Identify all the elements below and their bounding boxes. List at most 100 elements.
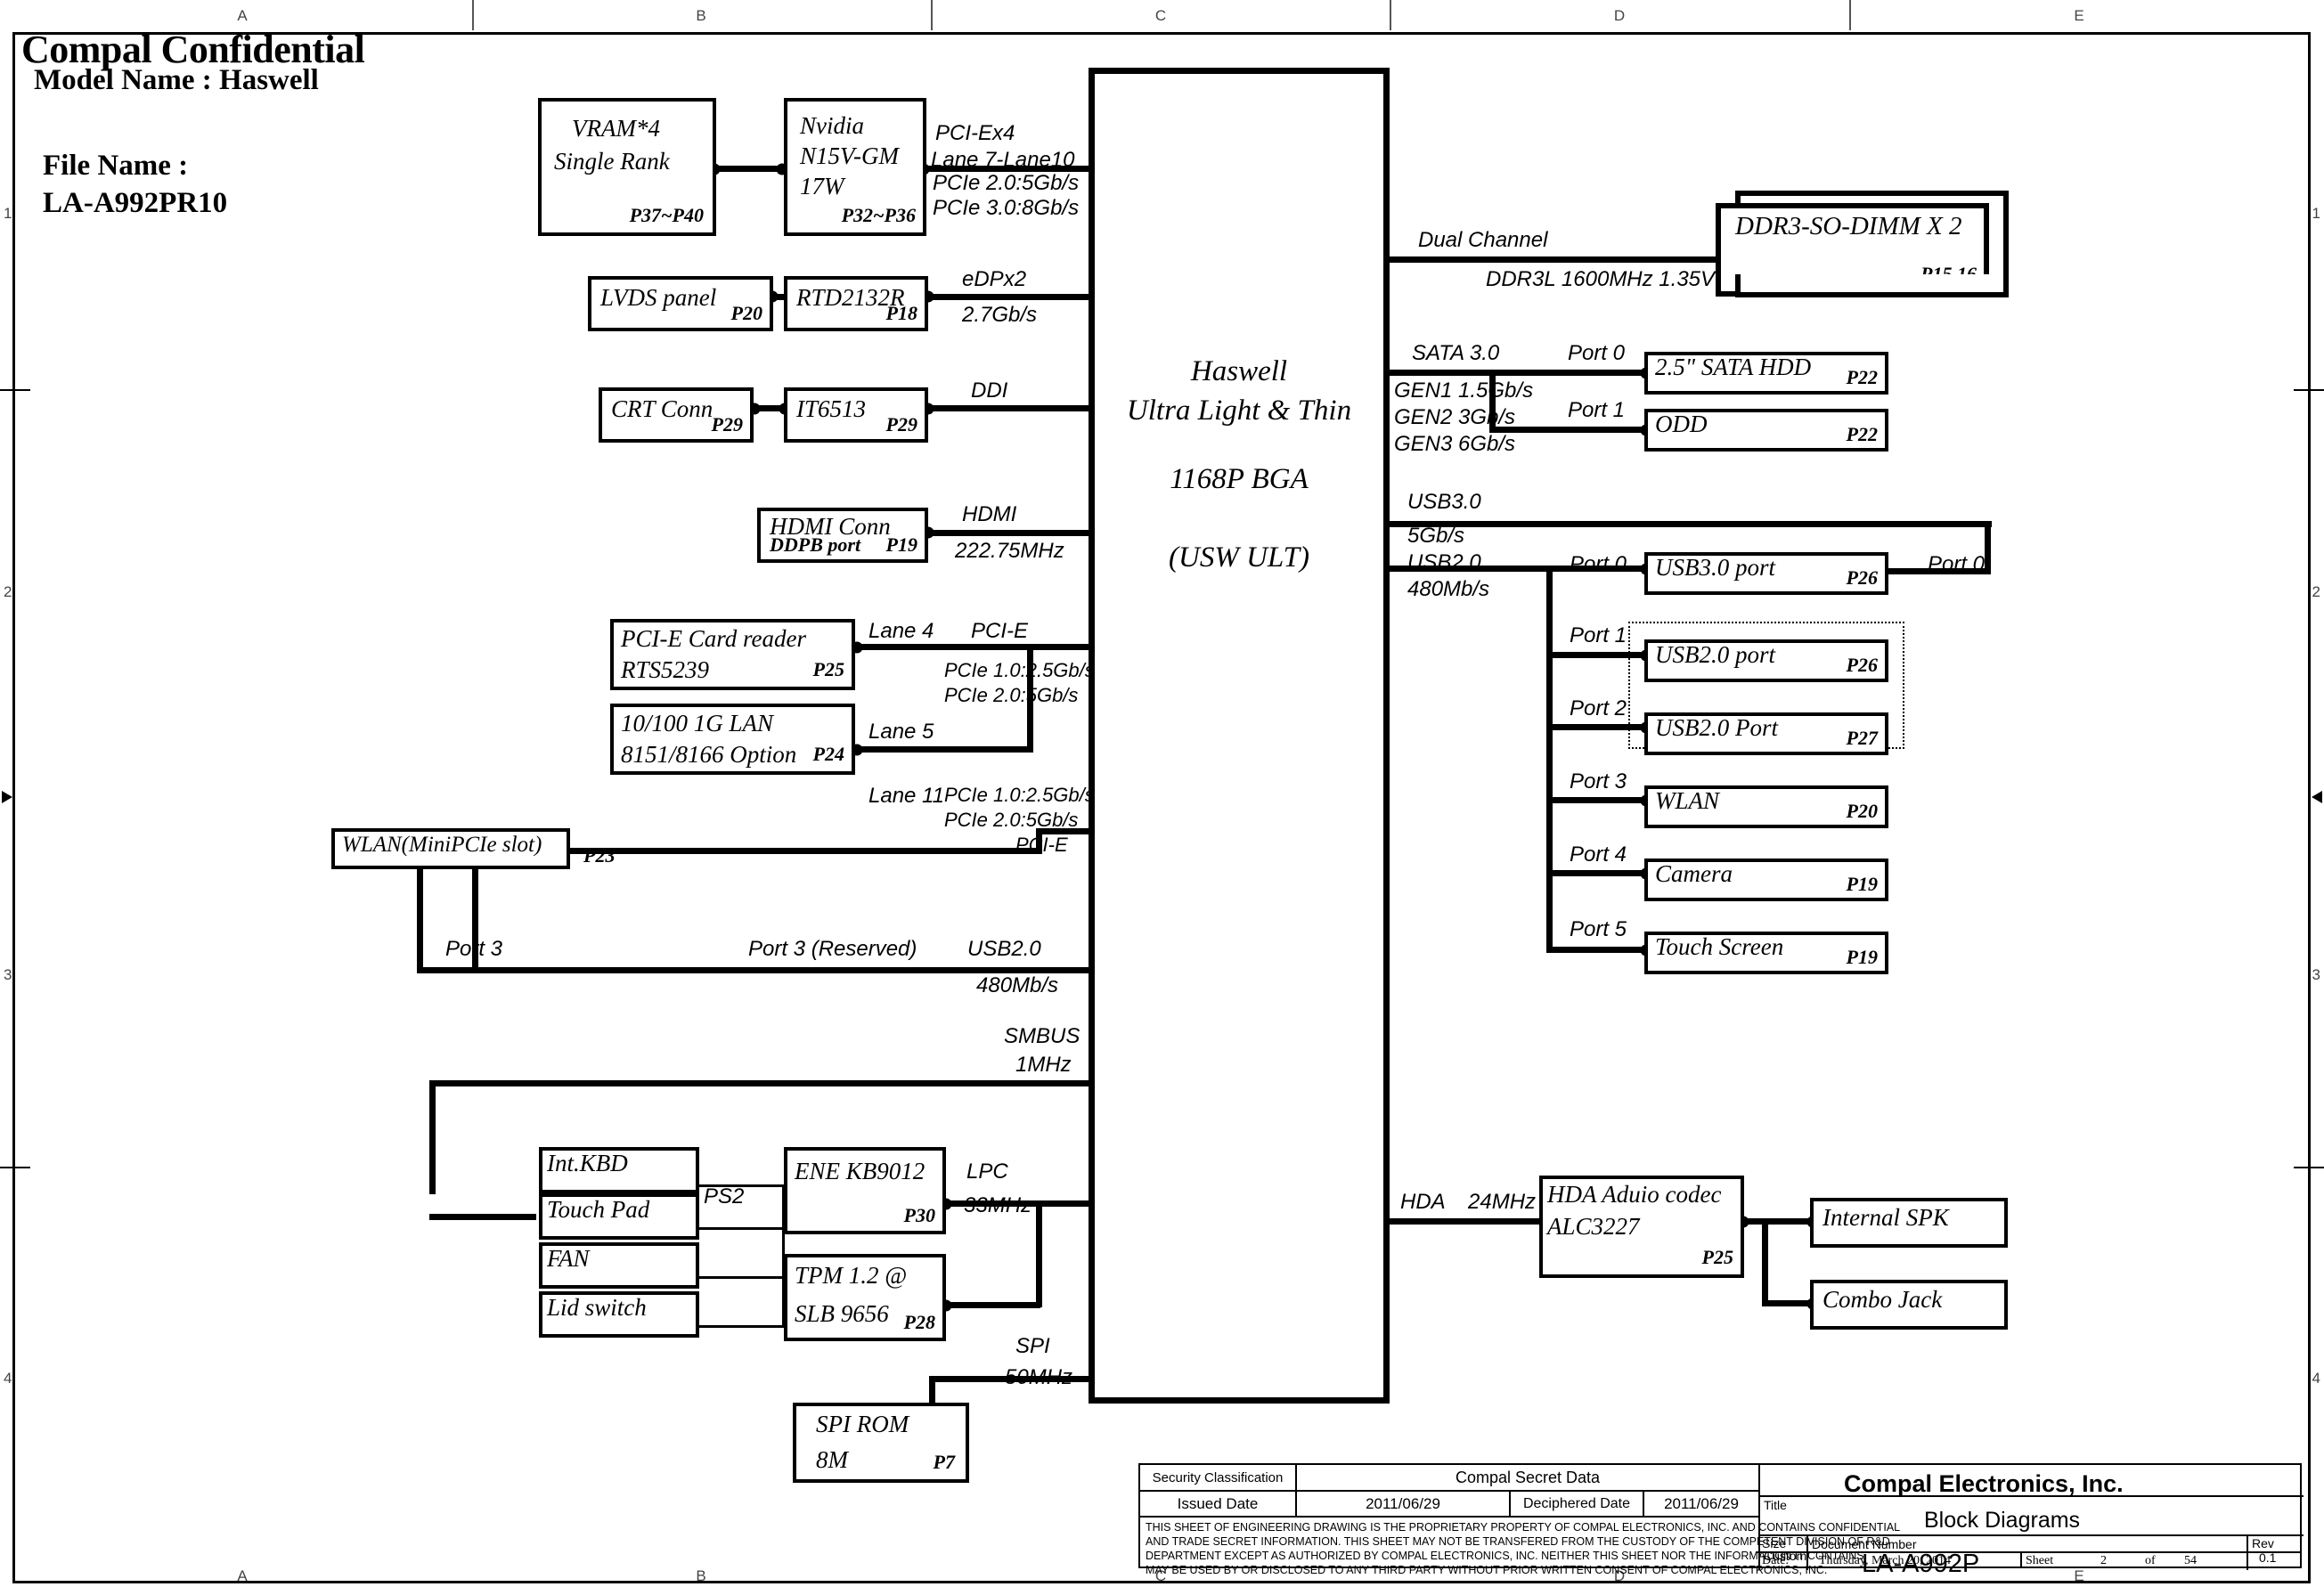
label-usb20-mini: USB2.0 — [967, 937, 1041, 961]
block-hda-codec[interactable]: HDA Aduio codec ALC3227 P25 — [1539, 1176, 1744, 1278]
block-odd-page: P22 — [1846, 423, 1878, 445]
row-marker-arrow-right — [2312, 791, 2322, 803]
label-sata30: SATA 3.0 — [1412, 341, 1500, 365]
block-vram[interactable]: VRAM*4 Single Rank P37~P40 — [538, 98, 716, 236]
label-hdmi: HDMI — [962, 502, 1017, 526]
block-usb20-port-a[interactable]: USB2.0 port P26 — [1644, 639, 1888, 682]
block-tpm-line1: TPM 1.2 @ — [795, 1262, 908, 1289]
row-mark-1: 1 — [4, 205, 12, 222]
label-usb-port5: Port 5 — [1570, 917, 1627, 941]
block-odd[interactable]: ODD P22 — [1644, 409, 1888, 452]
block-hdmi-conn[interactable]: HDMI Conn DDPB port P19 — [757, 508, 928, 563]
wire-usb20-trunk — [1546, 566, 1553, 953]
wire-usb30-right-down — [1985, 521, 1991, 574]
wire-haswell-ddr3 — [1386, 256, 1725, 263]
block-usb20-port-b[interactable]: USB2.0 Port P27 — [1644, 712, 1888, 755]
wire-sata-main — [1386, 370, 1644, 376]
block-crt-conn[interactable]: CRT Conn P29 — [599, 387, 754, 443]
block-fan[interactable]: FAN — [539, 1242, 699, 1289]
wire-combo — [1762, 1300, 1813, 1306]
col-mark-e: E — [2074, 7, 2084, 24]
block-wlan-minipcie[interactable]: WLAN(MiniPCIe slot) — [331, 828, 570, 869]
block-odd-line1: ODD — [1655, 411, 1708, 437]
block-spk-line1: Internal SPK — [1823, 1204, 1949, 1231]
block-spi-rom[interactable]: SPI ROM 8M P7 — [793, 1403, 969, 1483]
tb-title-label: Title — [1764, 1498, 1787, 1512]
block-rtd2132r[interactable]: RTD2132R P18 — [784, 276, 928, 331]
label-pcie-lane: Lane 7-Lane10 — [931, 148, 1075, 172]
block-intkbd-line1: Int.KBD — [547, 1150, 628, 1176]
block-usb30-port[interactable]: USB3.0 port P26 — [1644, 552, 1888, 595]
label-edp: eDPx2 — [962, 267, 1027, 291]
label-edp-speed: 2.7Gb/s — [962, 303, 1038, 327]
tb-company-rule — [1758, 1495, 2304, 1497]
block-card-reader[interactable]: PCI-E Card reader RTS5239 P25 — [610, 619, 855, 690]
block-sata-hdd[interactable]: 2.5" SATA HDD P22 — [1644, 352, 1888, 395]
block-it6513[interactable]: IT6513 P29 — [784, 387, 928, 443]
label-pcie10-25b: PCIe 1.0:2.5Gb/s — [944, 784, 1095, 806]
block-it6513-line1: IT6513 — [796, 395, 867, 422]
block-camera[interactable]: Camera P19 — [1644, 859, 1888, 901]
col-divider-de — [1849, 0, 1851, 30]
wire-cardreader-lane4 — [855, 644, 1091, 650]
block-touch-pad[interactable]: Touch Pad — [539, 1193, 699, 1240]
block-combo-line1: Combo Jack — [1823, 1286, 1943, 1313]
block-usb2porta-line1: USB2.0 port — [1655, 641, 1775, 668]
block-ene-line1: ENE KB9012 — [795, 1158, 926, 1184]
label-lane11: Lane 11 — [868, 784, 944, 808]
block-touch-screen[interactable]: Touch Screen P19 — [1644, 932, 1888, 974]
block-hdd-line1: 2.5" SATA HDD — [1655, 354, 1812, 380]
label-gen3: GEN3 6Gb/s — [1394, 432, 1516, 456]
label-sata-port1: Port 1 — [1568, 398, 1626, 422]
label-lane4: Lane 4 — [868, 619, 934, 643]
label-usb-port3: Port 3 — [1570, 769, 1627, 793]
block-sodimm-line1: DDR3-SO-DIMM X 2 — [1735, 212, 1962, 240]
block-tpm[interactable]: TPM 1.2 @ SLB 9656 P28 — [784, 1254, 946, 1341]
block-usb3port-page: P26 — [1846, 566, 1878, 589]
block-usb3port-line1: USB3.0 port — [1655, 554, 1775, 581]
label-usb-port2: Port 2 — [1570, 696, 1627, 720]
block-nvidia[interactable]: Nvidia N15V-GM 17W P32~P36 — [784, 98, 926, 236]
label-pcie20-8g: PCIe 2.0:5Gb/s — [933, 171, 1080, 195]
block-tpm-line2: SLB 9656 — [795, 1300, 889, 1327]
block-lan-line2: 8151/8166 Option — [621, 741, 797, 768]
wire-touchpad-ps2 — [699, 1227, 784, 1230]
tb-sheet-total: 54 — [2184, 1554, 2197, 1567]
label-usb-port4: Port 4 — [1570, 842, 1627, 867]
block-hdacodec-line1: HDA Aduio codec — [1547, 1181, 1722, 1208]
block-lan-page: P24 — [812, 743, 844, 765]
block-combo-jack[interactable]: Combo Jack — [1810, 1280, 2008, 1330]
block-ene-kb9012[interactable]: ENE KB9012 P30 — [784, 1147, 946, 1234]
tb-title-value: Block Diagrams — [1924, 1508, 2081, 1533]
tb-date-value: Thursday, March 20, 2014 — [1819, 1554, 1952, 1567]
block-sodimm-foot — [1735, 274, 2009, 297]
block-int-kbd[interactable]: Int.KBD — [539, 1147, 699, 1193]
col-mark-a-bottom: A — [237, 1567, 248, 1584]
label-pcie30-8g: PCIe 3.0:8Gb/s — [933, 196, 1080, 220]
label-gen1: GEN1 1.5Gb/s — [1394, 378, 1534, 403]
label-usb-port0-right: Port 0 — [1928, 552, 1986, 576]
label-pcie10-25: PCIe 1.0:2.5Gb/s — [944, 659, 1095, 681]
block-fan-line1: FAN — [547, 1245, 590, 1272]
block-wlan[interactable]: WLAN P20 — [1644, 785, 1888, 828]
label-usb20-mini-spd: 480Mb/s — [976, 973, 1059, 997]
wire-smbus — [429, 1080, 1091, 1086]
block-haswell-line2: Ultra Light & Thin — [1126, 395, 1352, 427]
block-lvds-panel[interactable]: LVDS panel P20 — [588, 276, 773, 331]
col-mark-b: B — [696, 7, 706, 24]
tb-sheet-label: Sheet — [2026, 1554, 2054, 1567]
block-lid-switch[interactable]: Lid switch — [539, 1291, 699, 1338]
wire-usb-port3 — [1546, 797, 1644, 803]
block-internal-spk[interactable]: Internal SPK — [1810, 1198, 2008, 1248]
row-divider-12-right — [2294, 389, 2324, 391]
block-haswell[interactable]: Haswell Ultra Light & Thin 1168P BGA (US… — [1089, 68, 1390, 1404]
row-mark-2-right: 2 — [2312, 583, 2320, 600]
col-divider-bc — [931, 0, 933, 30]
col-mark-b-bottom: B — [696, 1567, 706, 1584]
block-lvds-line1: LVDS panel — [600, 284, 717, 311]
label-usb30: USB3.0 — [1407, 490, 1481, 514]
block-lan[interactable]: 10/100 1G LAN 8151/8166 Option P24 — [610, 704, 855, 775]
tb-deciphered-value: 2011/06/29 — [1643, 1490, 1758, 1516]
block-camera-line1: Camera — [1655, 860, 1733, 887]
block-nvidia-line2: N15V-GM — [800, 142, 899, 169]
